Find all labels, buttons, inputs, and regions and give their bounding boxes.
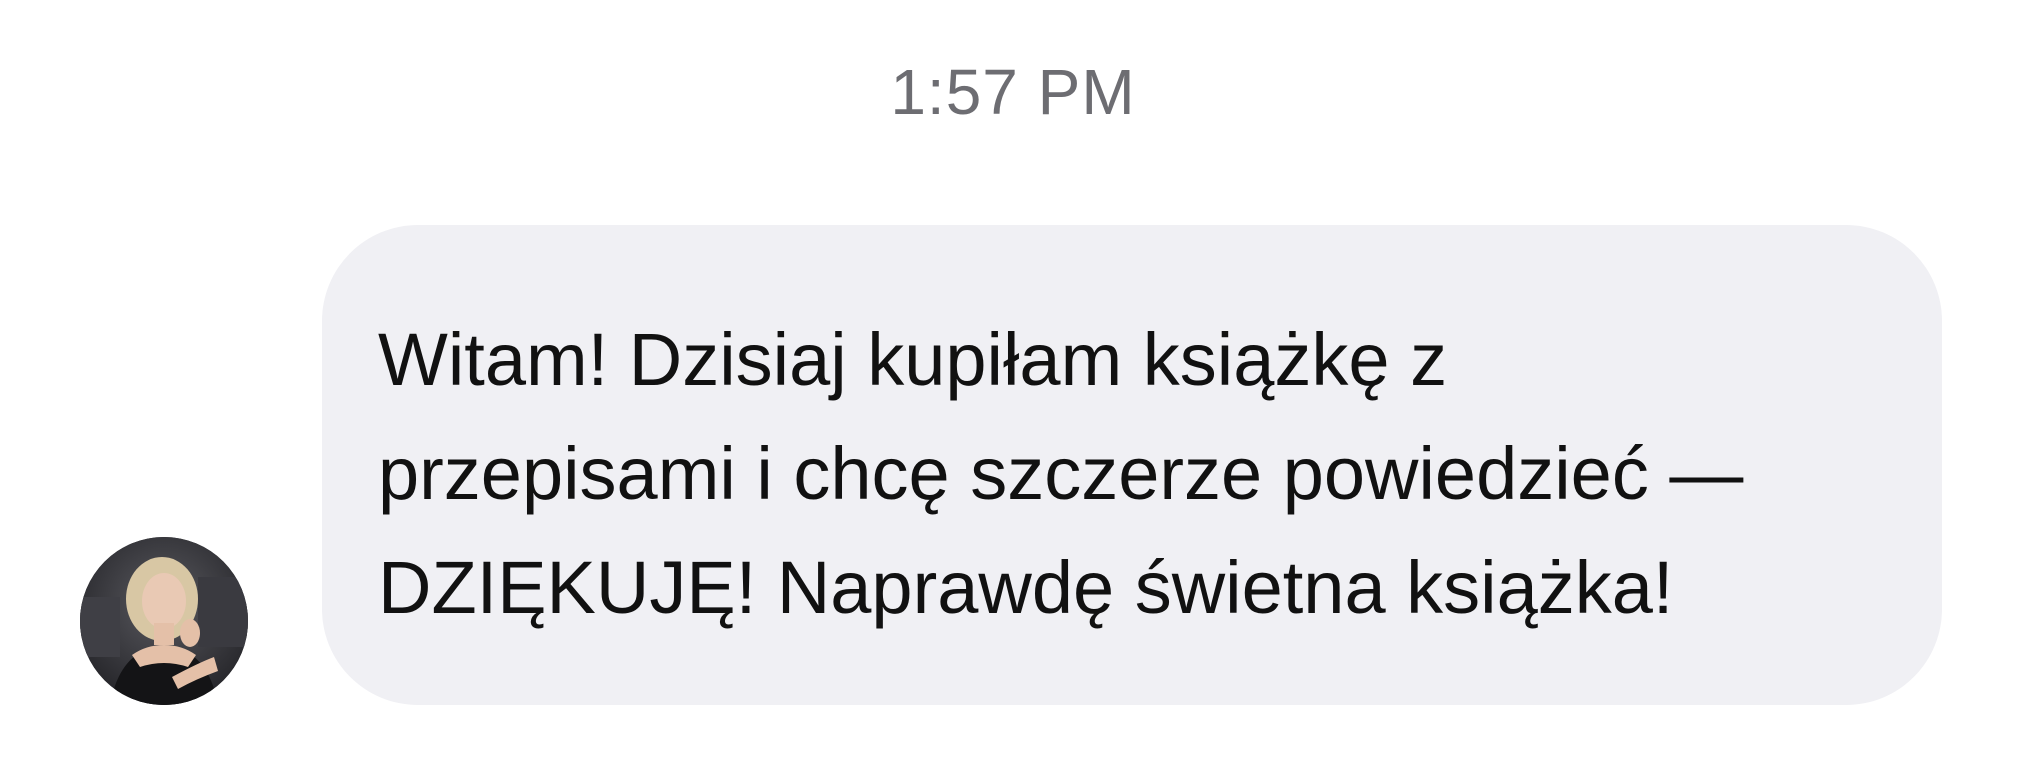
message-text: Witam! Dzisiaj kupiłam książkę z przepis…	[378, 318, 1744, 629]
message-timestamp: 1:57 PM	[890, 56, 1136, 128]
incoming-message-row: Witam! Dzisiaj kupiłam książkę z przepis…	[0, 225, 2026, 705]
message-bubble[interactable]: Witam! Dzisiaj kupiłam książkę z przepis…	[322, 225, 1942, 705]
sender-avatar[interactable]	[80, 537, 248, 705]
user-avatar-icon	[80, 537, 248, 705]
